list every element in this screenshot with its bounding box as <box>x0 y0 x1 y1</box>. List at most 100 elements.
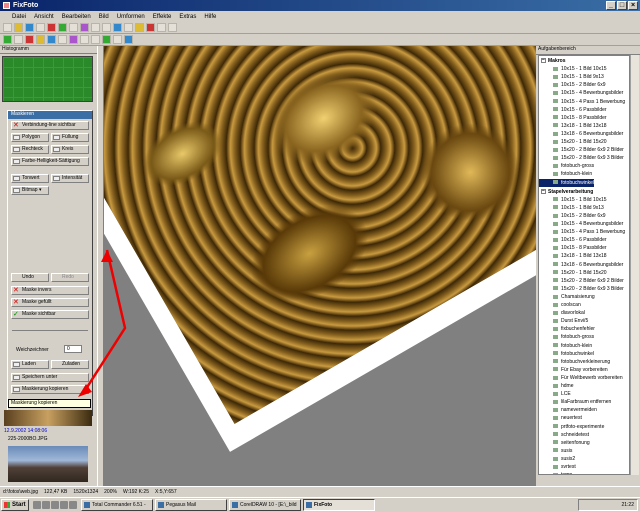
tree-item-makro[interactable]: fotobuch-gross <box>539 162 594 170</box>
menu-extras[interactable]: Extras <box>175 14 200 20</box>
weichzeichner-input[interactable]: 0 <box>64 345 82 353</box>
task-tree[interactable]: − Makros 10x15 - 1 Bild 10x15 10x15 - 1 Bil… <box>538 55 630 475</box>
redo-icon[interactable] <box>58 23 67 32</box>
tree-item-stapel[interactable]: 13x18 - 6 Bewerbungsbilder <box>539 261 623 269</box>
menu-datei[interactable]: Datei <box>8 14 30 20</box>
tree-item-makro[interactable]: 10x15 - 6 Passbilder <box>539 106 607 114</box>
splitter[interactable] <box>97 46 104 486</box>
collapse-icon[interactable]: − <box>541 58 546 64</box>
quicklaunch-icon-5[interactable] <box>69 501 77 509</box>
rotate-icon[interactable] <box>113 23 122 32</box>
tree-item-stapel[interactable]: 10x15 - 1 Bild 10x15 <box>539 196 607 204</box>
maske-gefuellt-button[interactable]: ✕ Maske gefüllt <box>11 298 89 307</box>
tool-text-icon[interactable] <box>58 35 67 44</box>
brightness-icon[interactable] <box>135 23 144 32</box>
new-icon[interactable] <box>3 23 12 32</box>
image-canvas[interactable] <box>104 46 536 486</box>
tree-item-stapel[interactable]: 10x15 - 8 Passbilder <box>539 244 607 252</box>
kreis-button[interactable]: Kreis <box>51 145 89 154</box>
weichzeichner-slider[interactable] <box>12 325 88 331</box>
undo-button[interactable]: Undo <box>11 273 49 282</box>
tree-item-stapel[interactable]: temp <box>539 471 572 474</box>
quicklaunch-icon-4[interactable] <box>60 501 68 509</box>
zuladen-button[interactable]: Zuladen <box>51 360 89 369</box>
thumbnail-2[interactable] <box>8 446 88 482</box>
tree-item-stapel[interactable]: Für Ebay vorbereiten <box>539 366 608 374</box>
tree-item-stapel[interactable]: seitenfonung <box>539 439 590 447</box>
undo-icon[interactable] <box>47 23 56 32</box>
menu-bearbeiten[interactable]: Bearbeiten <box>58 14 95 20</box>
minimize-button[interactable]: _ <box>606 1 616 10</box>
help-icon[interactable] <box>168 23 177 32</box>
task-pegasus-mail[interactable]: Pegasus Mail <box>155 499 227 511</box>
mask-connect-toggle[interactable]: ✕ Verbindung-line sichtbar <box>11 121 89 130</box>
crop-icon[interactable] <box>124 23 133 32</box>
print-icon[interactable] <box>36 23 45 32</box>
menu-umformen[interactable]: Umformen <box>113 14 149 20</box>
save-icon[interactable] <box>25 23 34 32</box>
menu-hilfe[interactable]: Hilfe <box>200 14 220 20</box>
bitmap-dropdown[interactable]: Bitmap ▾ <box>11 186 49 195</box>
tree-item-makro[interactable]: 10x15 - 2 Bilder 6x9 <box>539 81 605 89</box>
tree-item-stapel[interactable]: LCE <box>539 390 571 398</box>
tree-item-stapel[interactable]: lilaFarbraum entfernen <box>539 398 611 406</box>
speichern-button[interactable]: Speichern unter <box>11 373 89 382</box>
menu-bild[interactable]: Bild <box>95 14 113 20</box>
tree-item-stapel[interactable]: schneidetest <box>539 431 589 439</box>
tree-item-stapel[interactable]: susis2 <box>539 455 575 463</box>
thumbnail-1[interactable] <box>4 410 92 426</box>
tree-group-stapel[interactable]: − Stapelverarbeitung <box>539 188 593 196</box>
task-tree-scrollbar[interactable] <box>630 55 639 475</box>
quicklaunch-icon-3[interactable] <box>51 501 59 509</box>
paste-icon[interactable] <box>80 23 89 32</box>
tree-item-stapel[interactable]: 10x15 - 4 Pass 1 Bewerbung <box>539 228 625 236</box>
tree-group-makros[interactable]: − Makros <box>539 57 566 65</box>
tree-item-stapel[interactable]: susis <box>539 447 572 455</box>
quicklaunch-icon-2[interactable] <box>42 501 50 509</box>
farbe-button[interactable]: Farbe-Helligkeit-Sättigung <box>11 157 89 166</box>
tree-item-makro[interactable]: fotobuch-klein <box>539 170 592 178</box>
open-icon[interactable] <box>14 23 23 32</box>
maskierung-kopieren-button[interactable]: Maskierung kopieren <box>11 385 89 394</box>
tree-item-stapel[interactable]: 10x15 - 6 Passbilder <box>539 236 607 244</box>
quicklaunch-icon-1[interactable] <box>33 501 41 509</box>
tree-item-stapel[interactable]: 10x15 - 2 Bilder 6x9 <box>539 212 605 220</box>
tree-item-makro[interactable]: 10x15 - 4 Pass 1 Bewerbung <box>539 98 625 106</box>
task-fixfoto[interactable]: FixFoto <box>303 499 375 511</box>
tree-item-stapel[interactable]: 10x15 - 1 Bild 9x13 <box>539 204 604 212</box>
tool-redeye-icon[interactable] <box>25 35 34 44</box>
redo-button[interactable]: Redo <box>51 273 89 282</box>
tool-brush-icon[interactable] <box>36 35 45 44</box>
tonwert-button[interactable]: Tonwert <box>11 174 49 183</box>
tree-item-stapel[interactable]: fotobuchverkleinerung <box>539 358 610 366</box>
tree-item-stapel[interactable]: fixbuchenfehler <box>539 325 595 333</box>
tree-item-stapel[interactable]: 15x20 - 1 Bild 15x20 <box>539 269 607 277</box>
tool-line-icon[interactable] <box>102 35 111 44</box>
tree-item-stapel[interactable]: fotobuch-gross <box>539 333 594 341</box>
tree-item-makro[interactable]: 13x18 - 6 Bewerbungsbilder <box>539 130 623 138</box>
tree-item-makro[interactable]: 13x18 - 1 Bild 13x18 <box>539 122 607 130</box>
tree-item-makro[interactable]: 15x20 - 2 Bilder 6x9 3 Bilder <box>539 154 624 162</box>
tree-item-stapel[interactable]: fotobuch-klein <box>539 342 592 350</box>
collapse-icon[interactable]: − <box>541 188 546 194</box>
tree-item-stapel[interactable]: neuertest <box>539 414 582 422</box>
tree-item-makro[interactable]: 10x15 - 4 Bewerbungsbilder <box>539 89 623 97</box>
tree-item-makro[interactable]: 15x20 - 2 Bilder 6x9 2 Bilder <box>539 146 624 154</box>
tree-item-stapel[interactable]: Chamaisierung <box>539 293 595 301</box>
intensitaet-button[interactable]: Intensität <box>51 174 89 183</box>
tool-move-icon[interactable] <box>14 35 23 44</box>
tool-eraser-icon[interactable] <box>91 35 100 44</box>
fuellung-button[interactable]: Füllung <box>51 133 89 142</box>
tree-item-stapel[interactable]: namevermeiden <box>539 406 597 414</box>
task-total-commander[interactable]: Total Commander 6.51 - <box>81 499 153 511</box>
sharpen-icon[interactable] <box>157 23 166 32</box>
task-coreldraw[interactable]: CorelDRAW 10 - [E:\_bild <box>229 499 301 511</box>
tree-item-stapel[interactable]: prtfoto-experimente <box>539 423 604 431</box>
tree-item-stapel[interactable]: diavorlokal <box>539 309 585 317</box>
color-icon[interactable] <box>146 23 155 32</box>
tree-item-stapel[interactable]: Durst Envi/5 <box>539 317 588 325</box>
maske-sichtbar-button[interactable]: ✓ Maske sichtbar <box>11 310 89 319</box>
zoom-out-icon[interactable] <box>102 23 111 32</box>
tree-item-stapel[interactable]: Für Weltbewerb vorbereiten <box>539 374 623 382</box>
tool-fill-icon[interactable] <box>47 35 56 44</box>
